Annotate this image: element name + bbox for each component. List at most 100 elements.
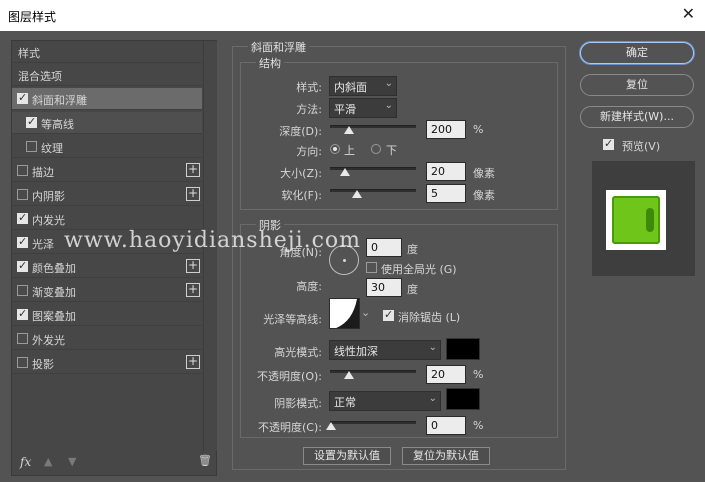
inner-glow-checkbox[interactable] xyxy=(17,211,28,224)
list-item-gradient-overlay[interactable]: 渐变叠加 + xyxy=(12,280,202,302)
trash-icon[interactable]: 🗑 xyxy=(198,454,212,467)
shadow-color-swatch[interactable] xyxy=(446,388,480,410)
global-light-label: 使用全局光 (G) xyxy=(381,263,457,276)
move-up-icon[interactable]: ▲ xyxy=(44,455,52,468)
altitude-input[interactable]: 30 xyxy=(366,278,402,297)
highlight-opacity-knob[interactable] xyxy=(344,371,354,379)
style-dropdown[interactable]: 内斜面 ⌄ xyxy=(329,76,397,96)
technique-label: 方法: xyxy=(296,103,322,116)
highlight-opacity-slider[interactable] xyxy=(330,370,416,373)
shadow-mode-value: 正常 xyxy=(334,396,356,409)
direction-up-radio[interactable] xyxy=(330,144,340,154)
list-item-texture[interactable]: 纹理 xyxy=(12,136,202,158)
new-style-button[interactable]: 新建样式(W)... xyxy=(580,106,694,128)
list-item-stroke[interactable]: 描边 + xyxy=(12,160,202,182)
structure-title: 结构 xyxy=(256,55,284,71)
add-inner-shadow-icon[interactable]: + xyxy=(186,187,200,201)
list-item-label: 外发光 xyxy=(32,334,65,347)
contour-checkbox[interactable] xyxy=(26,115,37,128)
highlight-opacity-input[interactable]: 20 xyxy=(426,365,466,384)
drop-shadow-checkbox[interactable] xyxy=(17,357,28,368)
list-item-outer-glow[interactable]: 外发光 xyxy=(12,328,202,350)
add-gradient-overlay-icon[interactable]: + xyxy=(186,283,200,297)
styles-list-panel: 样式 混合选项 斜面和浮雕 等高线 纹理 描边 + 内阴影 + 内发光 光泽 颜… xyxy=(11,40,217,476)
reset-button[interactable]: 复位 xyxy=(580,74,694,96)
bevel-checkbox[interactable] xyxy=(17,91,28,104)
list-footer: fx ▲ ▼ 🗑 xyxy=(12,451,216,475)
close-icon[interactable]: ✕ xyxy=(682,4,695,23)
add-stroke-icon[interactable]: + xyxy=(186,163,200,177)
outer-glow-checkbox[interactable] xyxy=(17,333,28,344)
title-bar: 图层样式 ✕ xyxy=(0,0,705,31)
soften-slider[interactable] xyxy=(330,189,416,192)
preview-highlight xyxy=(646,208,654,232)
styles-header[interactable]: 样式 xyxy=(12,41,202,63)
depth-unit: % xyxy=(473,123,484,136)
soften-input[interactable]: 5 xyxy=(426,184,466,203)
soften-slider-knob[interactable] xyxy=(352,190,362,198)
shadow-opacity-unit: % xyxy=(473,419,484,432)
list-item-contour[interactable]: 等高线 xyxy=(12,112,202,134)
preview-label: 预览(V) xyxy=(622,140,661,153)
gradient-overlay-checkbox[interactable] xyxy=(17,285,28,296)
add-drop-shadow-icon[interactable]: + xyxy=(186,355,200,369)
list-item-inner-glow[interactable]: 内发光 xyxy=(12,208,202,230)
shadow-mode-label: 阴影模式: xyxy=(274,397,322,410)
satin-checkbox[interactable] xyxy=(17,235,28,248)
gloss-contour-preview[interactable] xyxy=(329,298,360,329)
styles-header-label: 样式 xyxy=(18,47,40,60)
add-color-overlay-icon[interactable]: + xyxy=(186,259,200,273)
chevron-down-icon[interactable]: ⌄ xyxy=(361,306,370,319)
highlight-opacity-label: 不透明度(O): xyxy=(257,370,322,383)
stroke-checkbox[interactable] xyxy=(17,165,28,176)
technique-dropdown[interactable]: 平滑 ⌄ xyxy=(329,98,397,118)
list-item-drop-shadow[interactable]: 投影 + xyxy=(12,352,202,374)
size-slider-knob[interactable] xyxy=(340,168,350,176)
highlight-color-swatch[interactable] xyxy=(446,338,480,360)
list-item-label: 内发光 xyxy=(32,214,65,227)
shadow-opacity-slider[interactable] xyxy=(330,421,416,424)
technique-value: 平滑 xyxy=(334,103,356,116)
direction-down-radio[interactable] xyxy=(371,144,381,154)
depth-slider[interactable] xyxy=(330,125,416,128)
global-light-checkbox[interactable] xyxy=(366,262,377,273)
reset-default-button[interactable]: 复位为默认值 xyxy=(402,447,490,465)
size-input[interactable]: 20 xyxy=(426,162,466,181)
direction-down-label: 下 xyxy=(386,144,397,157)
list-item-color-overlay[interactable]: 颜色叠加 + xyxy=(12,256,202,278)
list-item-label: 图案叠加 xyxy=(32,310,76,323)
style-label: 样式: xyxy=(296,81,322,94)
contour-curve-icon xyxy=(336,299,359,328)
depth-input[interactable]: 200 xyxy=(426,120,466,139)
color-overlay-checkbox[interactable] xyxy=(17,259,28,272)
highlight-mode-dropdown[interactable]: 线性加深 ⌄ xyxy=(329,340,441,360)
ok-button[interactable]: 确定 xyxy=(580,42,694,64)
preview-checkbox[interactable] xyxy=(603,137,614,150)
chevron-down-icon: ⌄ xyxy=(428,342,437,353)
shadow-mode-dropdown[interactable]: 正常 ⌄ xyxy=(329,391,441,411)
window-title: 图层样式 xyxy=(8,10,57,24)
chevron-down-icon: ⌄ xyxy=(384,100,393,111)
list-item-label: 斜面和浮雕 xyxy=(32,94,87,107)
list-item-inner-shadow[interactable]: 内阴影 + xyxy=(12,184,202,206)
depth-label: 深度(D): xyxy=(279,125,322,138)
fx-icon[interactable]: fx xyxy=(20,455,31,469)
pattern-overlay-checkbox[interactable] xyxy=(17,307,28,320)
list-item-pattern-overlay[interactable]: 图案叠加 xyxy=(12,304,202,326)
make-default-button[interactable]: 设置为默认值 xyxy=(303,447,391,465)
list-item-bevel[interactable]: 斜面和浮雕 xyxy=(12,88,202,110)
angle-dial-center xyxy=(343,259,346,262)
texture-checkbox[interactable] xyxy=(26,141,37,152)
list-item-label: 内阴影 xyxy=(32,190,65,203)
shadow-opacity-knob[interactable] xyxy=(326,422,336,430)
preview-swatch-frame xyxy=(606,190,666,250)
depth-slider-knob[interactable] xyxy=(344,126,354,134)
shadow-opacity-input[interactable]: 0 xyxy=(426,416,466,435)
highlight-opacity-unit: % xyxy=(473,368,484,381)
inner-shadow-checkbox[interactable] xyxy=(17,189,28,200)
move-down-icon[interactable]: ▼ xyxy=(68,455,76,468)
angle-input[interactable]: 0 xyxy=(366,238,402,257)
antialias-checkbox[interactable] xyxy=(383,308,394,321)
list-item-blending[interactable]: 混合选项 xyxy=(12,64,202,86)
size-unit: 像素 xyxy=(473,167,495,180)
